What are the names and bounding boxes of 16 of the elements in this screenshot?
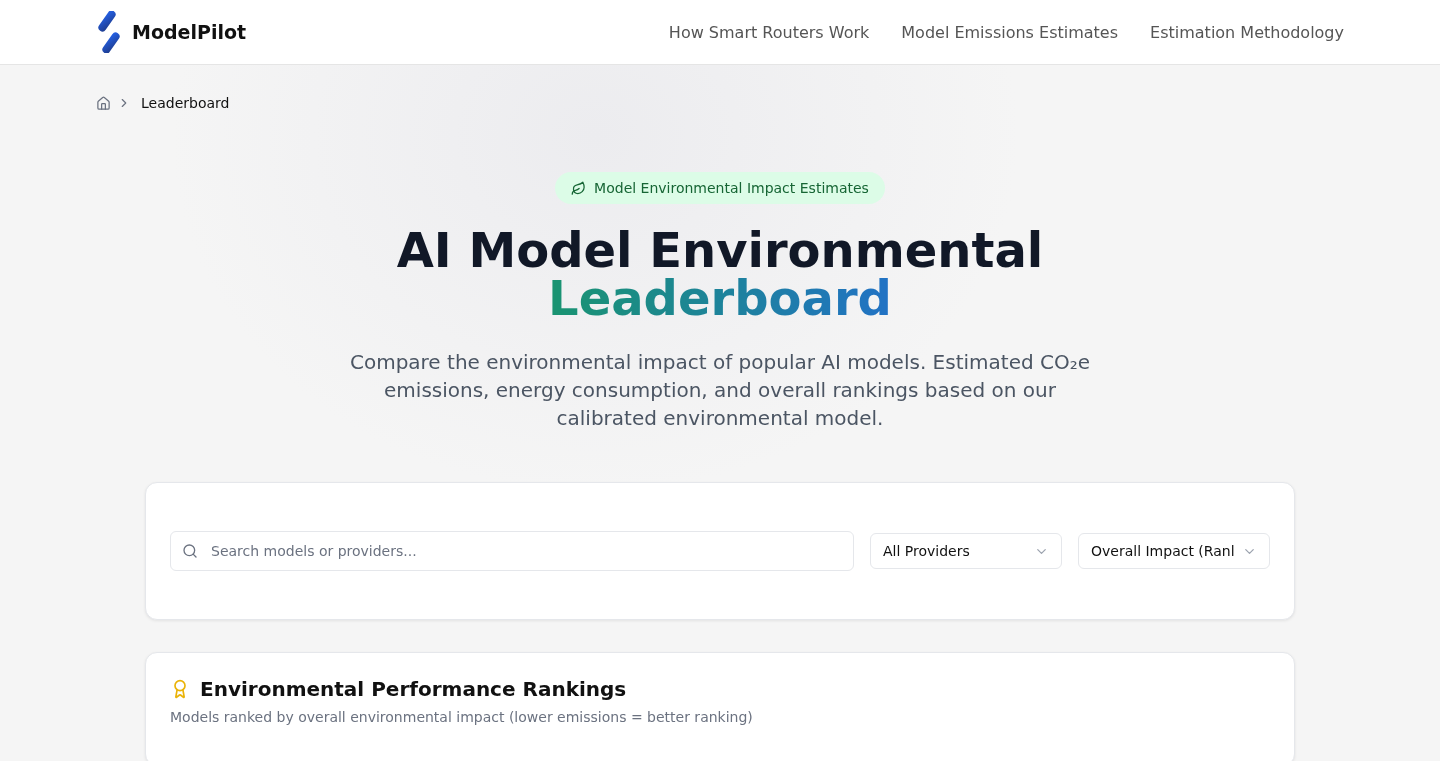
nav-link[interactable]: Estimation Methodology [1150, 22, 1344, 42]
home-icon[interactable] [96, 95, 111, 111]
nav-link[interactable]: How Smart Routers Work [668, 22, 870, 42]
search-field[interactable]: Search models or providers... [170, 531, 854, 571]
leaf-icon [571, 180, 587, 196]
nav-link[interactable]: Model Emissions Estimates [901, 22, 1119, 42]
logo-icon [96, 11, 122, 53]
badge-label: Model Environmental Impact Estimates [594, 180, 869, 196]
dropdown-select[interactable]: Overall Impact (Ranl [1078, 533, 1270, 569]
search-icon [182, 543, 198, 559]
rankings-title: Environmental Performance Rankings [200, 677, 627, 701]
rankings-description: Models ranked by overall environmental impact (lower emissions = better ranking) [170, 709, 754, 725]
dropdown-select[interactable]: All Providers [870, 533, 1062, 569]
brand-name[interactable]: ModelPilot [132, 21, 247, 43]
hero-subtitle: Compare the environmental impact of popular AI models. Estimated CO₂e emissions, energy consumption, and overall rankings based on our calibrated environmental model. [348, 349, 1092, 432]
breadcrumb-current: Leaderboard [141, 95, 230, 111]
